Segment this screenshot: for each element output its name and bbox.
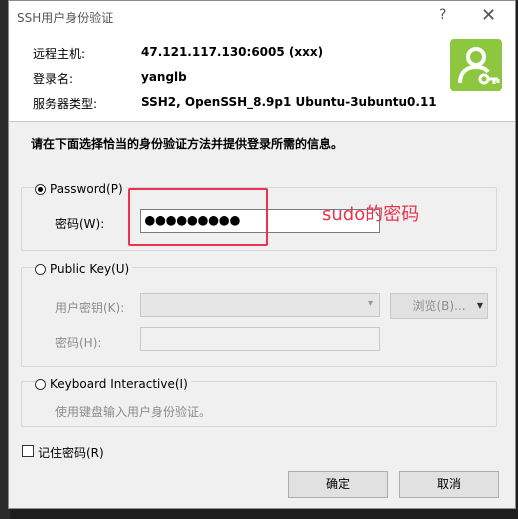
passphrase-label: 密码(H):	[55, 336, 102, 350]
annotation-highlight-box	[128, 188, 268, 246]
remember-password-label[interactable]: 记住密码(R)	[38, 444, 104, 461]
user-key-icon	[450, 39, 502, 91]
login-value: yanglb	[141, 70, 187, 84]
keyboard-interactive-radio-label[interactable]: Keyboard Interactive(I)	[47, 377, 191, 391]
instruction-text: 请在下面选择恰当的身份验证方法并提供登录所需的信息。	[31, 137, 344, 151]
public-key-radio[interactable]	[35, 264, 46, 275]
passphrase-input[interactable]	[140, 327, 380, 351]
help-icon[interactable]: ?	[439, 7, 446, 23]
cancel-button[interactable]: 取消	[399, 471, 499, 498]
password-radio-label[interactable]: Password(P)	[47, 182, 126, 196]
server-type-label: 服务器类型:	[33, 97, 98, 111]
server-type-value: SSH2, OpenSSH_8.9p1 Ubuntu-3ubuntu0.11	[141, 95, 437, 109]
user-key-label: 用户密钥(K):	[55, 301, 125, 315]
password-radio[interactable]	[35, 184, 46, 195]
dropdown-arrow-icon: ▼	[476, 301, 483, 310]
browse-button-label: 浏览(B)...	[412, 299, 466, 313]
user-key-select[interactable]: ▾	[140, 293, 380, 317]
remote-host-label: 远程主机:	[33, 47, 86, 61]
title-bar: SSH用户身份验证 ? ✕	[9, 1, 515, 31]
ssh-auth-dialog: SSH用户身份验证 ? ✕ 远程主机: 47.121.117.130:6005 …	[8, 0, 516, 509]
keyboard-interactive-radio[interactable]	[35, 379, 46, 390]
connection-info: 远程主机: 47.121.117.130:6005 (xxx) 登录名: yan…	[9, 31, 515, 121]
public-key-radio-label[interactable]: Public Key(U)	[47, 262, 133, 276]
close-icon[interactable]: ✕	[481, 5, 496, 26]
header-separator	[9, 121, 515, 122]
keyboard-interactive-description: 使用键盘输入用户身份验证。	[55, 405, 212, 419]
chevron-down-icon: ▾	[367, 298, 373, 309]
ok-button[interactable]: 确定	[288, 471, 388, 498]
browse-button[interactable]: 浏览(B)... ▼	[390, 293, 488, 319]
annotation-text: sudo的密码	[322, 204, 420, 225]
remote-host-value: 47.121.117.130:6005 (xxx)	[141, 45, 324, 59]
login-label: 登录名:	[33, 72, 74, 86]
window-title: SSH用户身份验证	[17, 11, 114, 25]
password-field-label: 密码(W):	[55, 217, 105, 231]
remember-password-checkbox[interactable]	[22, 445, 34, 457]
